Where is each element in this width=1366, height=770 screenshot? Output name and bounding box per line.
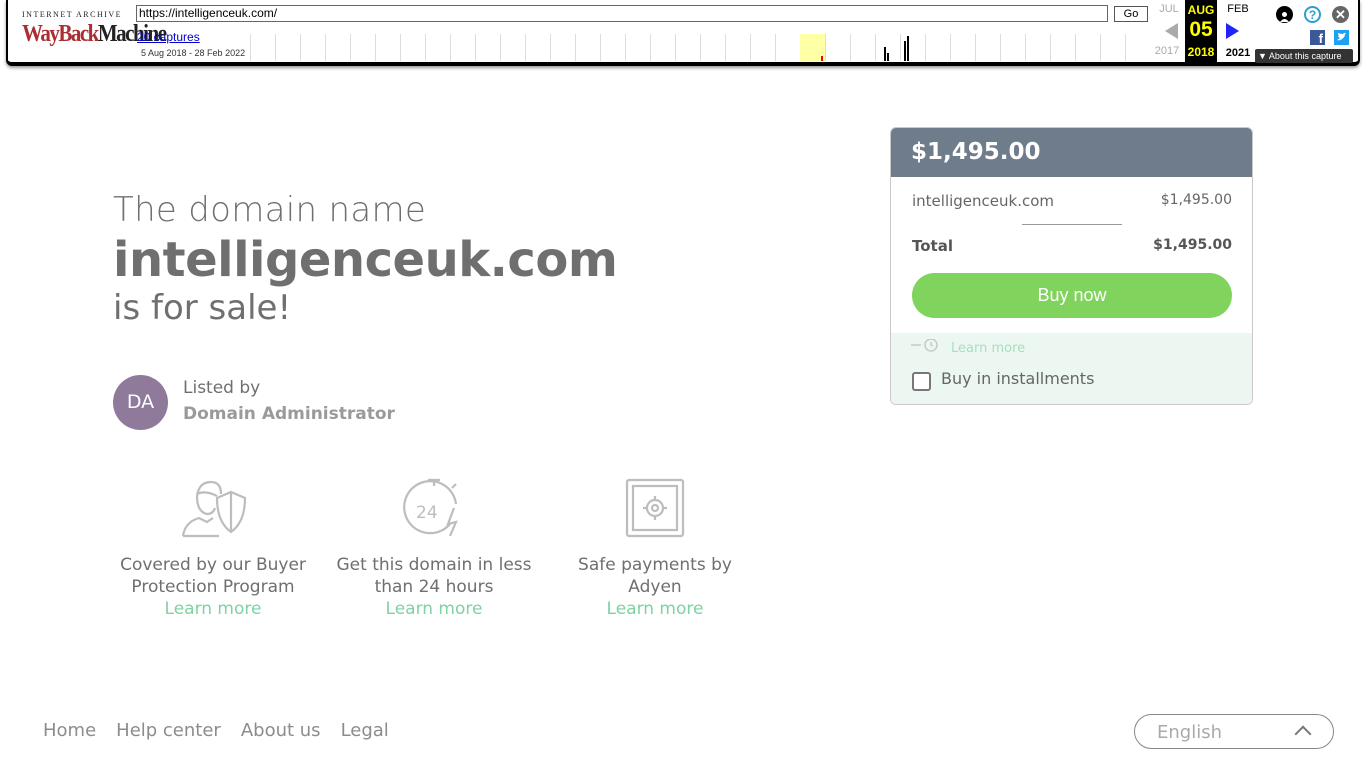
footer-link-help-center[interactable]: Help center <box>116 720 221 741</box>
feature-safe-payments: Safe payments by Adyen Learn more <box>544 474 766 620</box>
language-label: English <box>1157 722 1222 743</box>
wayback-toolbar: INTERNET ARCHIVE WayBackMachine https://… <box>6 0 1360 66</box>
feature-text-line1: Safe payments by <box>578 555 732 575</box>
seller-label: Listed by <box>183 378 261 398</box>
wayback-logo-caption: INTERNET ARCHIVE <box>22 10 123 19</box>
24-hours-icon: 24 <box>403 478 458 537</box>
purchase-card: $1,495.00 intelligenceuk.com $1,495.00 T… <box>890 127 1253 405</box>
feature-text-line2: than 24 hours <box>374 577 494 597</box>
wayback-logo[interactable]: WayBackMachine <box>22 19 167 49</box>
line-item-name: intelligenceuk.com <box>912 192 1055 210</box>
feature-text-line1: Get this domain in less <box>336 555 532 575</box>
domain-name: intelligenceuk.com <box>113 232 618 288</box>
user-icon[interactable] <box>1276 6 1293 23</box>
installments-label[interactable]: Buy in installments <box>941 369 1094 388</box>
feature-buyer-protection: Covered by our Buyer Protection Program … <box>102 474 324 620</box>
total-label: Total <box>912 237 953 255</box>
wayback-prev-month: JUL <box>1159 3 1179 15</box>
feature-learn-more-link[interactable]: Learn more <box>323 598 545 620</box>
feature-text-line2: Protection Program <box>131 577 295 597</box>
seller-name: Domain Administrator <box>183 404 395 424</box>
footer-link-home[interactable]: Home <box>43 720 96 741</box>
total-row: Total $1,495.00 <box>912 237 1232 255</box>
installments-checkbox[interactable] <box>912 372 931 391</box>
installments-section: Learn more Buy in installments <box>891 333 1252 404</box>
buyer-protection-icon <box>181 480 247 538</box>
safe-icon <box>625 478 685 538</box>
divider <box>1022 224 1122 225</box>
facebook-icon[interactable]: f <box>1310 30 1325 46</box>
wayback-date-range: 5 Aug 2018 - 28 Feb 2022 <box>141 48 246 58</box>
feature-text-line1: Covered by our Buyer <box>120 555 306 575</box>
about-capture-button[interactable]: ▼ About this capture <box>1255 49 1353 63</box>
close-icon[interactable]: ✕ <box>1332 6 1349 23</box>
line-item: intelligenceuk.com $1,495.00 <box>912 192 1232 210</box>
chevron-up-icon <box>1294 725 1312 743</box>
feature-learn-more-link[interactable]: Learn more <box>102 598 324 620</box>
hero-for-sale: is for sale! <box>113 288 292 328</box>
svg-text:24: 24 <box>416 503 438 523</box>
feature-text-line2: Adyen <box>628 577 682 597</box>
feature-24-hours: 24 Get this domain in less than 24 hours… <box>323 474 545 620</box>
help-icon[interactable]: ? <box>1304 6 1321 23</box>
installments-learn-more-link[interactable]: Learn more <box>951 341 1025 356</box>
total-price: $1,495.00 <box>1153 237 1232 253</box>
footer-link-about-us[interactable]: About us <box>241 720 321 741</box>
wayback-go-button[interactable]: Go <box>1114 6 1148 22</box>
wayback-prev-arrow-icon[interactable] <box>1165 23 1178 39</box>
twitter-icon[interactable] <box>1334 30 1349 45</box>
avatar: DA <box>113 375 168 430</box>
wayback-next-year: 2021 <box>1225 47 1251 59</box>
footer-link-legal[interactable]: Legal <box>341 720 389 741</box>
line-item-price: $1,495.00 <box>1160 192 1232 208</box>
wayback-url-input[interactable]: https://intelligenceuk.com/ <box>136 5 1108 22</box>
footer-nav: Home Help center About us Legal <box>43 720 409 741</box>
feature-learn-more-link[interactable]: Learn more <box>544 598 766 620</box>
wayback-sparkline[interactable] <box>250 28 1146 61</box>
wayback-captures-link[interactable]: 20 captures <box>137 30 200 44</box>
wayback-next-month: FEB <box>1227 3 1249 15</box>
wayback-prev-year: 2017 <box>1154 45 1180 57</box>
hero-intro: The domain name <box>113 190 427 230</box>
buy-now-button[interactable]: Buy now <box>912 273 1232 318</box>
wayback-next-arrow-icon[interactable] <box>1226 23 1239 39</box>
installment-icon <box>911 339 938 352</box>
hero: The domain name intelligenceuk.com is fo… <box>113 190 618 328</box>
card-price: $1,495.00 <box>891 128 1252 177</box>
language-selector[interactable]: English <box>1134 714 1334 749</box>
wayback-current-date: AUG 05 2018 <box>1185 0 1217 62</box>
